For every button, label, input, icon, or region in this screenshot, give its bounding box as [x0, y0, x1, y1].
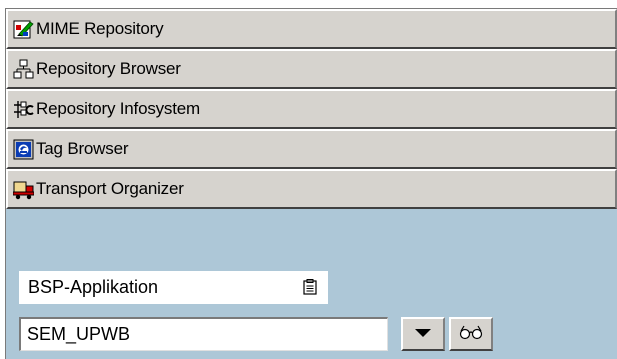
- nav-label: Tag Browser: [36, 139, 129, 158]
- display-button[interactable]: [449, 317, 493, 351]
- nav-label: Transport Organizer: [36, 179, 184, 198]
- object-type-selector[interactable]: BSP-Applikation: [19, 271, 328, 304]
- mime-repository-icon: [13, 19, 34, 40]
- nav-mime-repository[interactable]: MIME Repository: [6, 9, 617, 49]
- object-name-input[interactable]: SEM_UPWB: [19, 317, 388, 351]
- tag-browser-icon: [13, 139, 34, 160]
- navigation-frame: MIME Repository Repository Browser Repos…: [5, 8, 617, 359]
- nav-tag-browser[interactable]: Tag Browser: [6, 129, 617, 169]
- transport-organizer-icon: [13, 179, 34, 200]
- nav-repository-browser[interactable]: Repository Browser: [6, 49, 617, 89]
- dropdown-button[interactable]: [401, 317, 445, 351]
- clipboard-icon[interactable]: [303, 279, 317, 295]
- nav-transport-organizer[interactable]: Transport Organizer: [6, 169, 617, 209]
- nav-repository-infosystem[interactable]: Repository Infosystem: [6, 89, 617, 129]
- nav-label: Repository Infosystem: [36, 99, 200, 118]
- nav-label: Repository Browser: [36, 59, 181, 78]
- nav-label: MIME Repository: [36, 19, 164, 38]
- object-type-label: BSP-Applikation: [28, 277, 159, 297]
- glasses-icon: [458, 324, 484, 345]
- repository-infosystem-icon: [13, 99, 34, 120]
- triangle-down-icon: [414, 325, 432, 343]
- repository-browser-icon: [13, 59, 34, 80]
